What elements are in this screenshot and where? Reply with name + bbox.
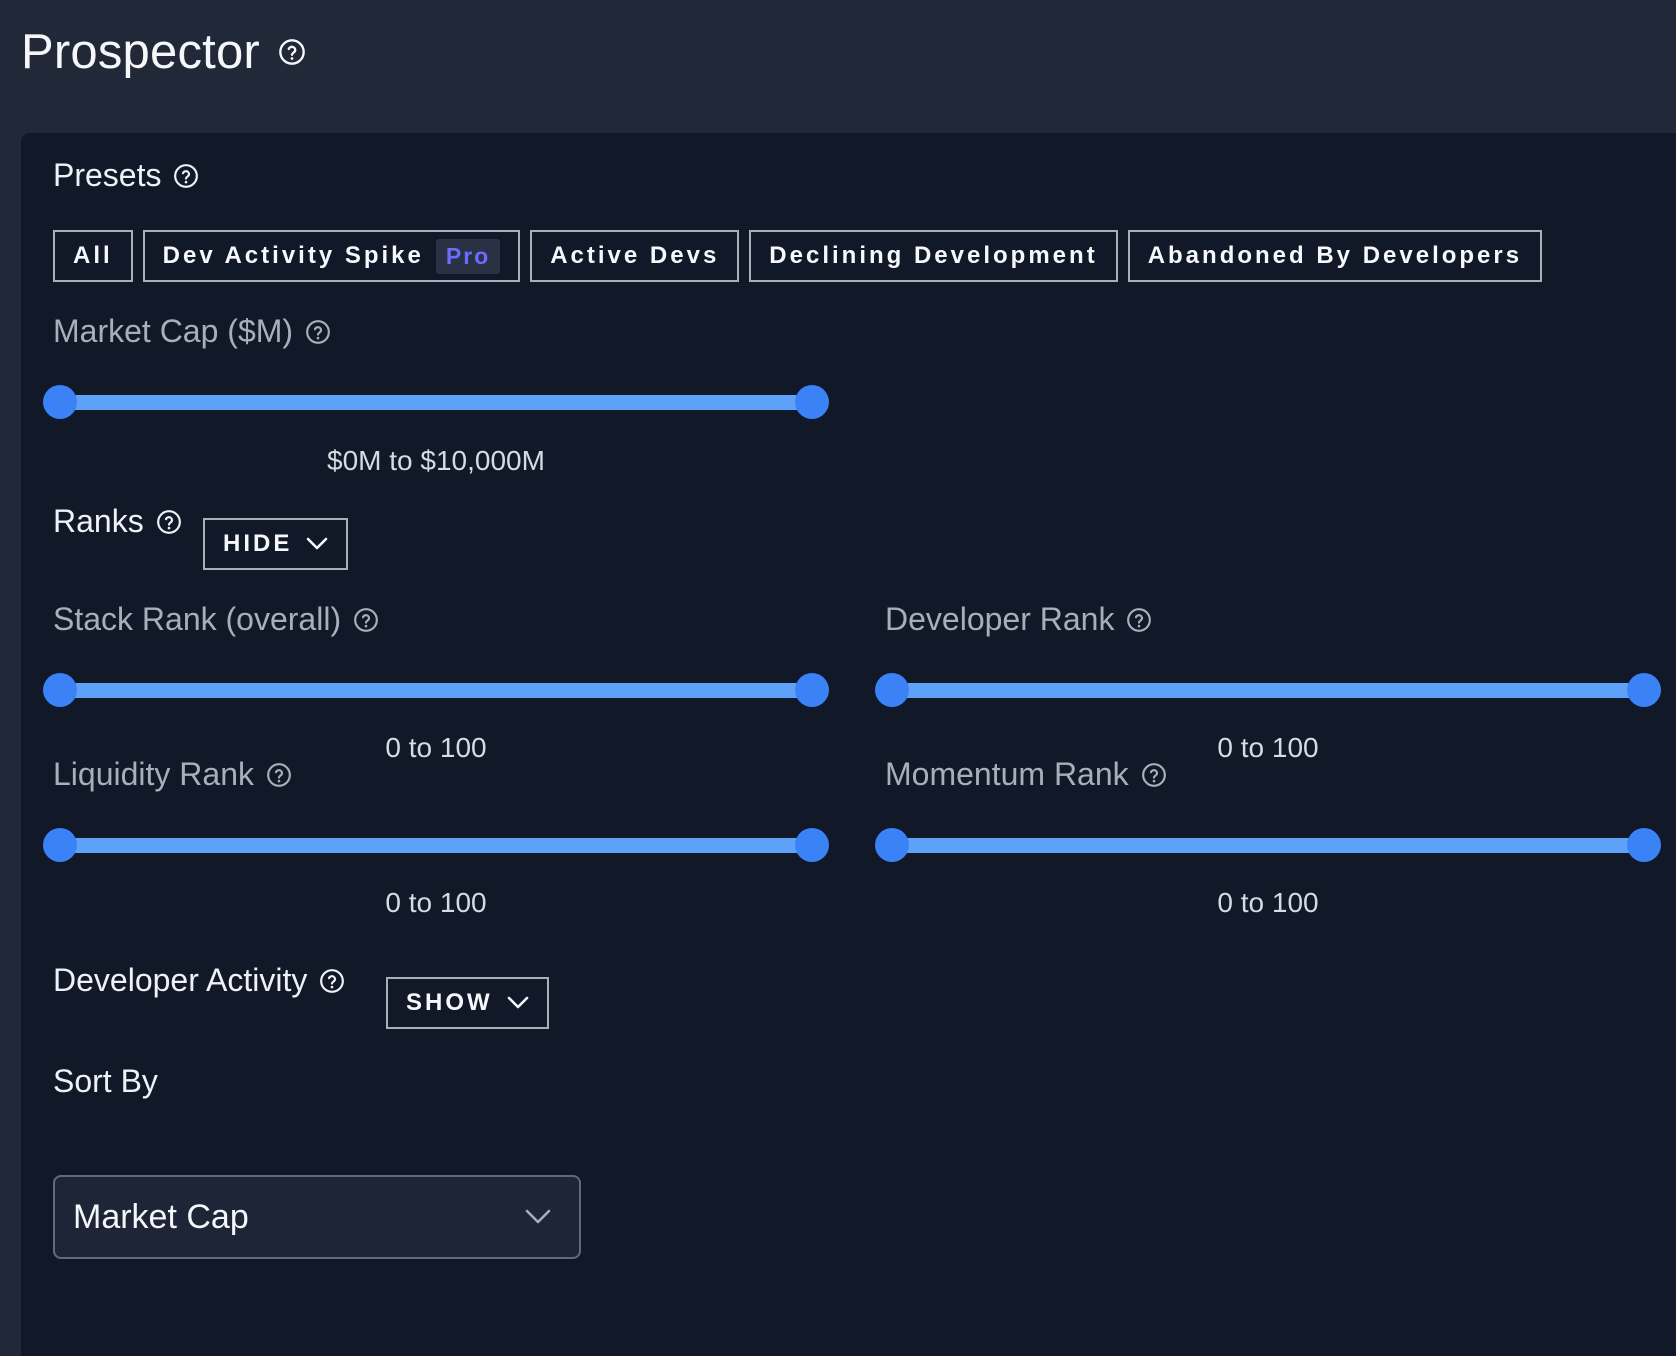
slider-min-handle[interactable] [43,385,77,419]
slider-max-handle[interactable] [795,828,829,862]
ranks-toggle-button[interactable]: HIDE [203,518,349,570]
preset-all-button[interactable]: All [53,230,133,282]
help-circle-icon[interactable] [156,509,182,535]
help-circle-icon[interactable] [353,607,379,633]
liquidity-rank-slider[interactable] [43,828,829,862]
filters-panel: Presets All Dev Activity Spike Pro Activ… [21,133,1676,1356]
sort-by-label: Sort By [53,1063,158,1099]
help-circle-icon[interactable] [173,163,199,189]
slider-max-handle[interactable] [1627,828,1661,862]
liquidity-rank-heading: Liquidity Rank [53,756,292,793]
developer-activity-label: Developer Activity [53,962,308,998]
preset-label: Declining Development [769,242,1098,269]
help-circle-icon[interactable] [1126,607,1152,633]
slider-track [59,683,813,698]
momentum-rank-label: Momentum Rank [885,756,1129,792]
market-cap-range-text: $0M to $10,000M [327,445,545,476]
preset-active-devs-button[interactable]: Active Devs [530,230,740,282]
sort-selected-value: Market Cap [73,1197,249,1236]
pro-badge: Pro [435,238,501,274]
developer-activity-heading: Developer Activity [53,962,345,999]
developer-rank-label: Developer Rank [885,601,1115,637]
preset-label: Dev Activity Spike [162,242,424,269]
slider-track [59,395,813,410]
help-circle-icon[interactable] [1141,762,1167,788]
developer-rank-slider[interactable] [875,673,1661,707]
stack-rank-heading: Stack Rank (overall) [53,601,379,638]
chevron-down-icon [525,1209,551,1224]
chevron-down-icon [507,996,528,1009]
ranks-heading: Ranks [53,503,182,540]
slider-min-handle[interactable] [43,673,77,707]
liquidity-rank-label: Liquidity Rank [53,756,254,792]
presets-label: Presets [53,157,162,193]
market-cap-slider[interactable] [43,385,829,419]
presets-heading: Presets [53,157,199,194]
momentum-rank-slider[interactable] [875,828,1661,862]
help-circle-icon[interactable] [305,319,331,345]
developer-activity-toggle-button[interactable]: SHOW [386,977,549,1029]
momentum-rank-range-text: 0 to 100 [1217,887,1319,918]
slider-max-handle[interactable] [1627,673,1661,707]
slider-min-handle[interactable] [43,828,77,862]
liquidity-rank-range-text: 0 to 100 [385,887,487,918]
sort-by-heading: Sort By [53,1063,158,1100]
toggle-label: SHOW [406,989,493,1016]
momentum-rank-heading: Momentum Rank [885,756,1167,793]
help-circle-icon[interactable] [266,762,292,788]
page-header: Prospector [21,22,306,82]
page-title: Prospector [21,25,260,79]
slider-track [891,838,1645,853]
preset-declining-development-button[interactable]: Declining Development [749,230,1118,282]
stack-rank-label: Stack Rank (overall) [53,601,342,637]
preset-label: All [73,242,113,269]
slider-track [59,838,813,853]
help-circle-icon[interactable] [278,38,306,66]
market-cap-label: Market Cap ($M) [53,313,294,349]
preset-dev-activity-spike-button[interactable]: Dev Activity Spike Pro [142,230,521,282]
preset-label: Abandoned By Developers [1147,242,1523,269]
slider-min-handle[interactable] [875,828,909,862]
preset-abandoned-by-developers-button[interactable]: Abandoned By Developers [1127,230,1543,282]
slider-min-handle[interactable] [875,673,909,707]
slider-track [891,683,1645,698]
presets-row: All Dev Activity Spike Pro Active Devs D… [53,230,1543,282]
ranks-label: Ranks [53,503,144,539]
slider-max-handle[interactable] [795,673,829,707]
help-circle-icon[interactable] [319,968,345,994]
preset-label: Active Devs [550,242,720,269]
sort-by-select[interactable]: Market Cap [53,1175,581,1259]
developer-rank-heading: Developer Rank [885,601,1152,638]
slider-max-handle[interactable] [795,385,829,419]
chevron-down-icon [307,537,328,550]
toggle-label: HIDE [223,530,293,557]
stack-rank-slider[interactable] [43,673,829,707]
market-cap-heading: Market Cap ($M) [53,313,331,350]
